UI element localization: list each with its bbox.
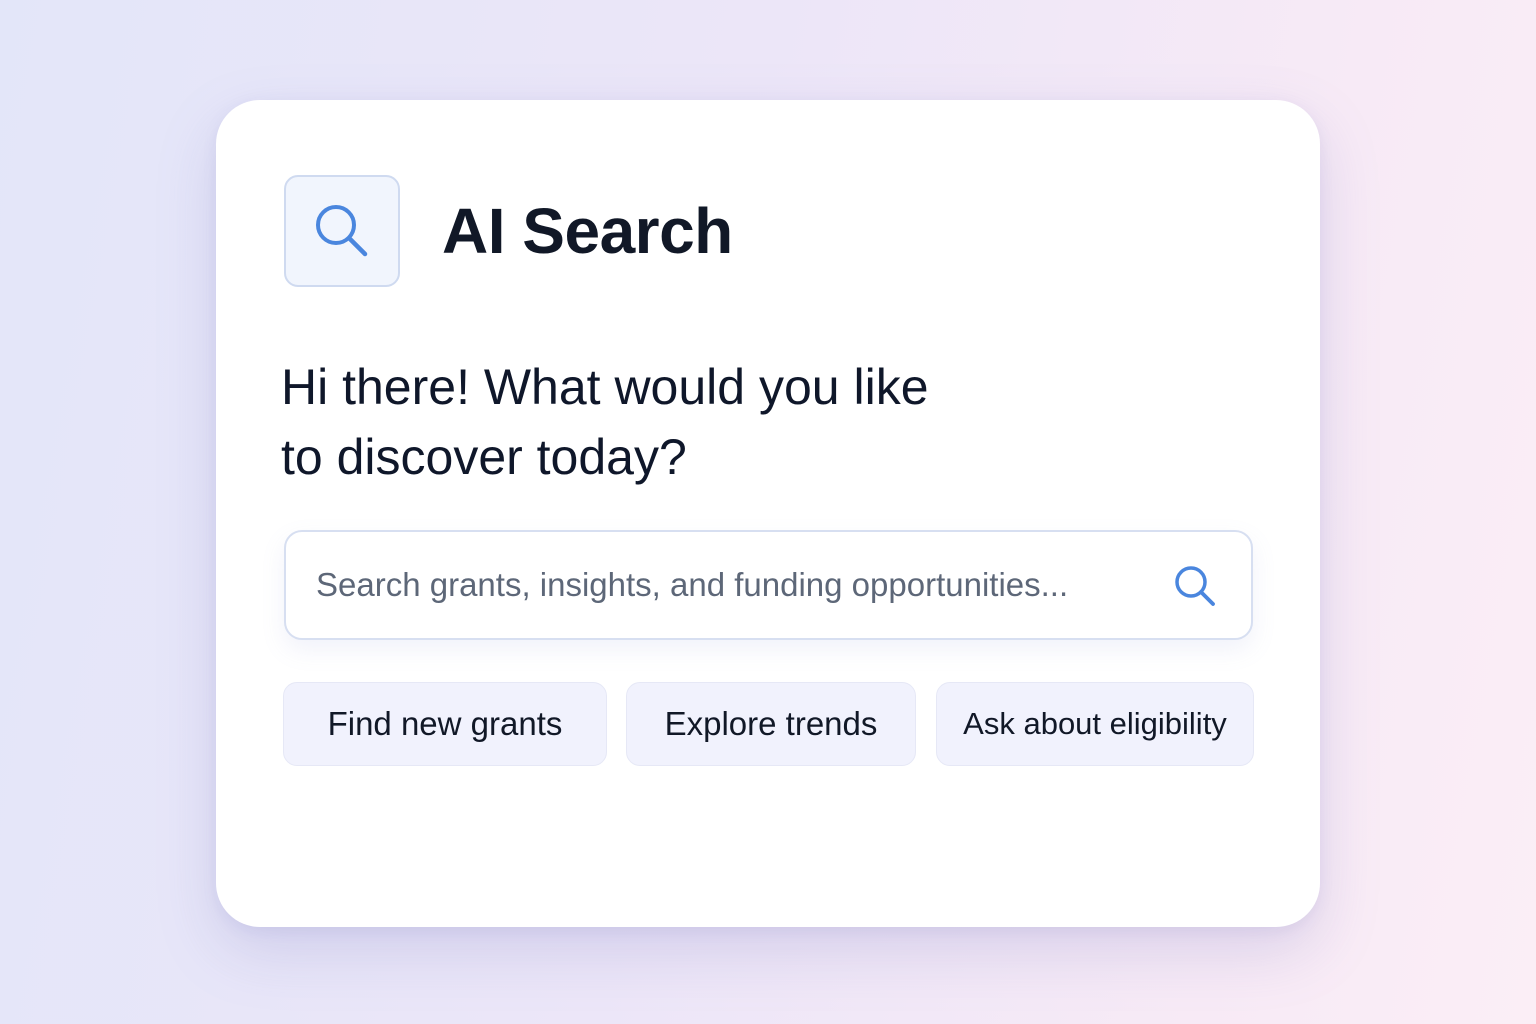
search-submit-button[interactable] bbox=[1171, 562, 1219, 610]
suggestion-explore-trends[interactable]: Explore trends bbox=[626, 682, 916, 766]
suggestion-find-new-grants[interactable]: Find new grants bbox=[283, 682, 607, 766]
search-icon bbox=[316, 205, 368, 257]
greeting-heading: Hi there! What would you like to discove… bbox=[281, 352, 1081, 492]
greeting-line-1: Hi there! What would you like bbox=[281, 359, 929, 415]
search-bar bbox=[284, 530, 1253, 640]
search-input[interactable] bbox=[316, 552, 1156, 618]
greeting-line-2: to discover today? bbox=[281, 429, 687, 485]
app-logo bbox=[284, 175, 400, 287]
search-card: AI Search Hi there! What would you like … bbox=[216, 100, 1320, 927]
search-icon bbox=[1175, 566, 1215, 606]
app-title: AI Search bbox=[442, 195, 733, 267]
suggestion-ask-about-eligibility[interactable]: Ask about eligibility bbox=[936, 682, 1254, 766]
